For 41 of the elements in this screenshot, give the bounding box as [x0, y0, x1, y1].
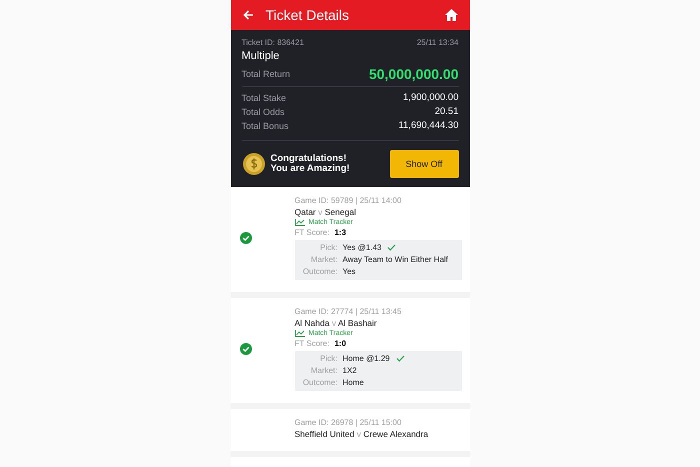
total-value: 1,900,000.00 — [403, 92, 458, 103]
total-label: Total Stake — [242, 92, 286, 102]
ticket-id: Ticket ID: 836421 — [242, 38, 304, 47]
detail-value: Yes @1.43 — [342, 243, 382, 252]
score-value: 1:0 — [334, 339, 346, 348]
match-teams: Qatar v Senegal — [294, 207, 357, 217]
detail-label: Market: — [310, 255, 338, 264]
total-label: Total Odds — [242, 106, 285, 116]
coin-icon — [240, 151, 266, 177]
detail-label: Pick: — [319, 243, 338, 252]
detail-label: Outcome: — [302, 267, 338, 276]
line-chart-icon — [294, 219, 304, 226]
score-value: 1:3 — [334, 228, 346, 237]
game-meta: Game ID: 27774 | 25/11 13:45 — [294, 307, 402, 316]
home-icon[interactable] — [444, 9, 458, 21]
total-value: 11,690,444.30 — [398, 120, 458, 131]
match-teams: Al Nahda v Al Bashair — [294, 318, 378, 328]
ticket-type: Multiple — [242, 50, 280, 62]
total-return-label: Total Return — [242, 69, 290, 79]
line-chart-icon — [294, 330, 304, 337]
match-teams: Sheffield United v Crewe Alexandra — [294, 429, 430, 439]
game-meta: Game ID: 26978 | 25/11 15:00 — [294, 418, 402, 427]
detail-value: Yes — [342, 267, 356, 276]
ticket-time: 25/11 13:34 — [416, 38, 458, 47]
total-label: Total Bonus — [242, 120, 289, 130]
back-arrow-icon[interactable] — [242, 10, 254, 20]
total-value: 20.51 — [434, 106, 458, 117]
page-title: Ticket Details — [266, 7, 350, 23]
show-off-button[interactable]: Show Off — [390, 150, 458, 178]
detail-value: Away Team to Win Either Half — [342, 255, 448, 264]
detail-value: 1X2 — [342, 366, 357, 375]
detail-label: Pick: — [319, 354, 338, 363]
congratulations-text: Congratulations! You are Amazing! — [270, 154, 351, 174]
score-label: FT Score: — [294, 228, 330, 237]
game-meta: Game ID: 59789 | 25/11 14:00 — [294, 196, 402, 205]
total-return-value: 50,000,000.00 — [368, 66, 458, 82]
detail-value: Home — [342, 378, 364, 387]
score-label: FT Score: — [294, 339, 330, 348]
detail-value: Home @1.29 — [342, 354, 390, 363]
detail-label: Outcome: — [302, 378, 338, 387]
detail-label: Market: — [310, 366, 338, 375]
